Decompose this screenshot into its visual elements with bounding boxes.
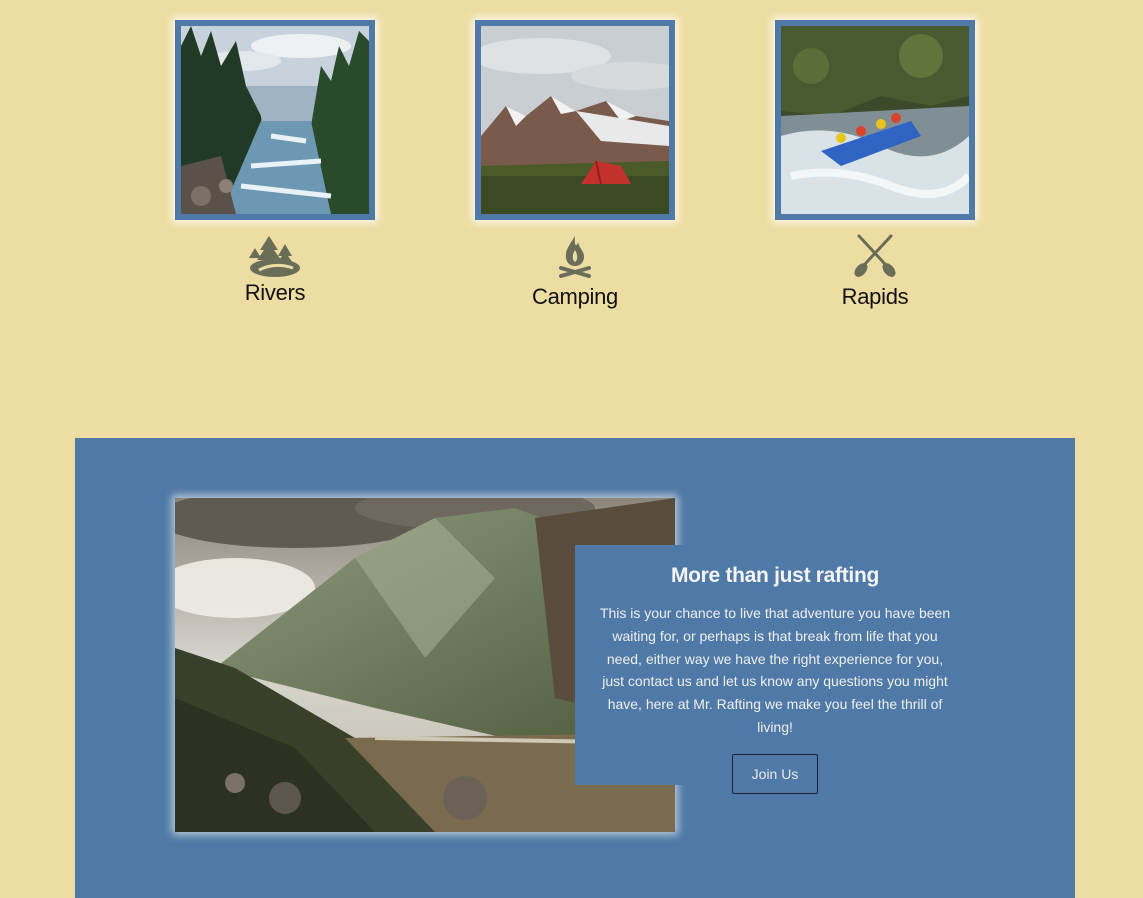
mountain-tent-photo (475, 20, 675, 220)
river-trees-icon (249, 236, 300, 277)
join-us-button[interactable]: Join Us (731, 753, 819, 794)
river-photo (175, 20, 375, 220)
feature-label: Rivers (244, 280, 306, 305)
promo-card: More than just rafting This is your chan… (575, 545, 975, 794)
feature-label: Rapids (841, 284, 909, 309)
feature-camping: Camping (475, 20, 675, 310)
promo-body: This is your chance to live that adventu… (599, 605, 951, 735)
crossed-paddles-icon (854, 234, 896, 277)
feature-rivers: Rivers (175, 20, 375, 306)
feature-rapids: Rapids (775, 20, 975, 310)
promo-title: More than just rafting (670, 564, 880, 587)
rafting-photo (775, 20, 975, 220)
feature-label: Camping (532, 284, 618, 309)
promo-section: More than just rafting This is your chan… (75, 438, 1075, 898)
campfire-icon (559, 236, 591, 278)
